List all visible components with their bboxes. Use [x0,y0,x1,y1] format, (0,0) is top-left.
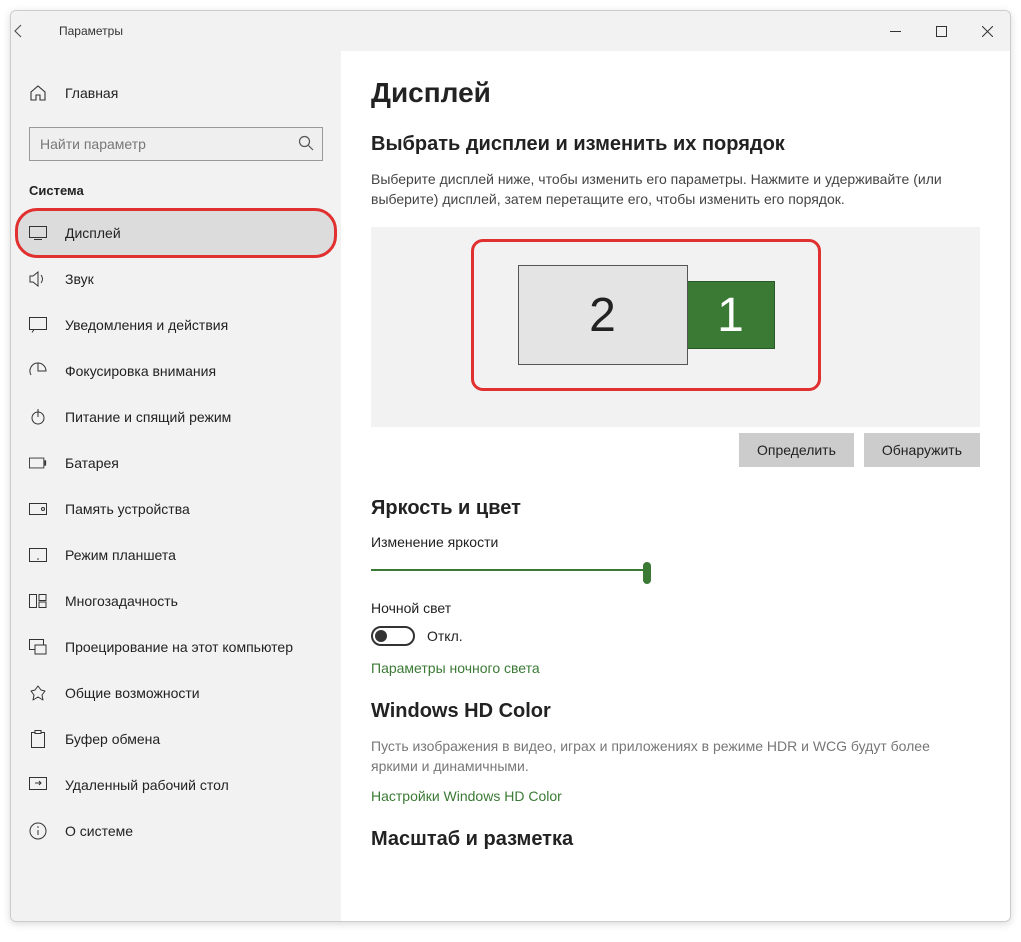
arrange-desc: Выберите дисплей ниже, чтобы изменить ег… [371,170,951,209]
brightness-heading: Яркость и цвет [371,497,980,520]
nightlight-label: Ночной свет [371,600,980,616]
nav-label: Дисплей [65,225,121,241]
sound-icon [29,271,47,287]
nav-label: Удаленный рабочий стол [65,777,229,793]
sidebar: Главная Система Дисплей Звук Уведомления [11,51,341,921]
display-icon [29,226,47,240]
nav-label: Режим планшета [65,547,176,563]
content-area: Дисплей Выбрать дисплеи и изменить их по… [341,51,1010,921]
nav-item-shared[interactable]: Общие возможности [11,670,341,716]
detect-button[interactable]: Обнаружить [864,433,980,467]
brightness-label: Изменение яркости [371,534,980,550]
nav-label: О системе [65,823,133,839]
nav-label: Батарея [65,455,119,471]
arrange-heading: Выбрать дисплеи и изменить их порядок [371,133,980,156]
nav-item-focus[interactable]: Фокусировка внимания [11,348,341,394]
about-icon [29,822,47,840]
nav-label: Фокусировка внимания [65,363,216,379]
project-icon [29,639,47,655]
nav-label: Питание и спящий режим [65,409,231,425]
home-icon [29,84,47,102]
shared-icon [29,684,47,702]
monitor-1[interactable]: 1 [687,281,775,349]
notifications-icon [29,317,47,333]
nav-item-remote[interactable]: Удаленный рабочий стол [11,762,341,808]
nav-item-battery[interactable]: Батарея [11,440,341,486]
storage-icon [29,503,47,515]
titlebar: Параметры [11,11,1010,51]
window-controls [872,11,1010,51]
battery-icon [29,457,47,469]
nav-item-power[interactable]: Питание и спящий режим [11,394,341,440]
nav-item-storage[interactable]: Память устройства [11,486,341,532]
remote-icon [29,777,47,793]
nav-label: Уведомления и действия [65,317,228,333]
hdcolor-heading: Windows HD Color [371,700,980,723]
identify-button[interactable]: Определить [739,433,854,467]
nav-item-multitask[interactable]: Многозадачность [11,578,341,624]
home-link[interactable]: Главная [11,71,341,115]
close-button[interactable] [964,11,1010,51]
scale-heading: Масштаб и разметка [371,828,980,851]
category-label: Система [11,179,341,210]
home-label: Главная [65,85,118,101]
clipboard-icon [29,730,47,748]
nav-label: Проецирование на этот компьютер [65,639,293,655]
nightlight-settings-link[interactable]: Параметры ночного света [371,660,980,676]
nav-list: Дисплей Звук Уведомления и действия Фоку… [11,210,341,854]
nav-item-notifications[interactable]: Уведомления и действия [11,302,341,348]
brightness-slider[interactable] [371,560,651,582]
search-icon [298,135,314,151]
nav-label: Общие возможности [65,685,200,701]
nav-label: Память устройства [65,501,190,517]
nav-label: Буфер обмена [65,731,160,747]
page-title: Дисплей [371,77,980,109]
hdcolor-desc: Пусть изображения в видео, играх и прило… [371,737,931,776]
display-arrangement[interactable]: 2 1 [371,227,980,427]
nav-item-sound[interactable]: Звук [11,256,341,302]
nav-item-display[interactable]: Дисплей [17,210,335,256]
back-button[interactable] [11,23,59,39]
nav-item-tablet[interactable]: Режим планшета [11,532,341,578]
minimize-button[interactable] [872,11,918,51]
window-title: Параметры [59,24,123,38]
hdcolor-link[interactable]: Настройки Windows HD Color [371,788,980,804]
multitask-icon [29,594,47,608]
nav-item-project[interactable]: Проецирование на этот компьютер [11,624,341,670]
nav-label: Звук [65,271,94,287]
highlight-annotation: 2 1 [471,239,821,391]
nav-item-about[interactable]: О системе [11,808,341,854]
tablet-icon [29,548,47,562]
toggle-state: Откл. [427,628,463,644]
nav-item-clipboard[interactable]: Буфер обмена [11,716,341,762]
power-icon [29,408,47,426]
focus-icon [29,362,47,380]
settings-window: Параметры Главная Система Дисплей [10,10,1011,922]
nav-label: Многозадачность [65,593,178,609]
nightlight-toggle[interactable] [371,626,415,646]
maximize-button[interactable] [918,11,964,51]
search-input[interactable] [29,127,323,161]
monitor-2[interactable]: 2 [518,265,688,365]
